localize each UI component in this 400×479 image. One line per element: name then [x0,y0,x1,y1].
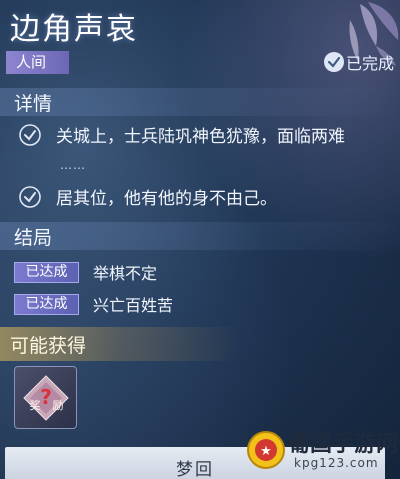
check-icon [19,123,41,146]
rewards-heading: 可能获得 [10,335,87,357]
detail-item: 居其位，他有他的身不由己。 [18,184,400,209]
svg-text:励: 励 [52,399,63,412]
svg-text:?: ? [40,385,52,409]
dream-return-label: 梦回 [176,460,214,479]
outcome-heading: 结局 [14,227,53,249]
detail-text: 关城上，士兵陆巩神色犹豫，面临两难 [56,127,345,147]
quest-title: 边角声哀 [10,12,138,47]
outcome-item: 已达成 举棋不定 [14,260,157,284]
grape-logo-icon: ★ [247,431,285,469]
detail-ellipsis: …… [60,158,86,172]
details-heading: 详情 [14,93,53,115]
watermark-title: 葡国手游网 [288,432,399,457]
reward-question-icon: ? 奖 励 [22,374,69,421]
details-header-bar [0,88,400,116]
completed-check-icon [323,52,344,72]
status-label: 已完成 [345,54,394,73]
category-tag: 人间 [6,51,69,74]
svg-text:★: ★ [260,444,272,459]
detail-item: 关城上，士兵陆巩神色犹豫，面临两难 [18,122,400,147]
achieved-badge: 已达成 [14,293,79,315]
outcome-header-bar [0,222,400,250]
reward-slot[interactable]: ? 奖 励 [14,366,77,429]
watermark-url: kpg123.com [294,456,379,470]
check-icon [19,185,41,208]
detail-text: 居其位，他有他的身不由己。 [56,189,277,209]
outcome-item: 已达成 兴亡百姓苦 [14,292,173,316]
achieved-badge: 已达成 [14,261,79,283]
outcome-text: 兴亡百姓苦 [93,296,174,315]
site-watermark: ★ 葡国手游网 kpg123.com [246,426,400,479]
svg-text:奖: 奖 [29,398,40,412]
outcome-text: 举棋不定 [93,264,158,283]
status-completed: 已完成 [323,50,394,74]
